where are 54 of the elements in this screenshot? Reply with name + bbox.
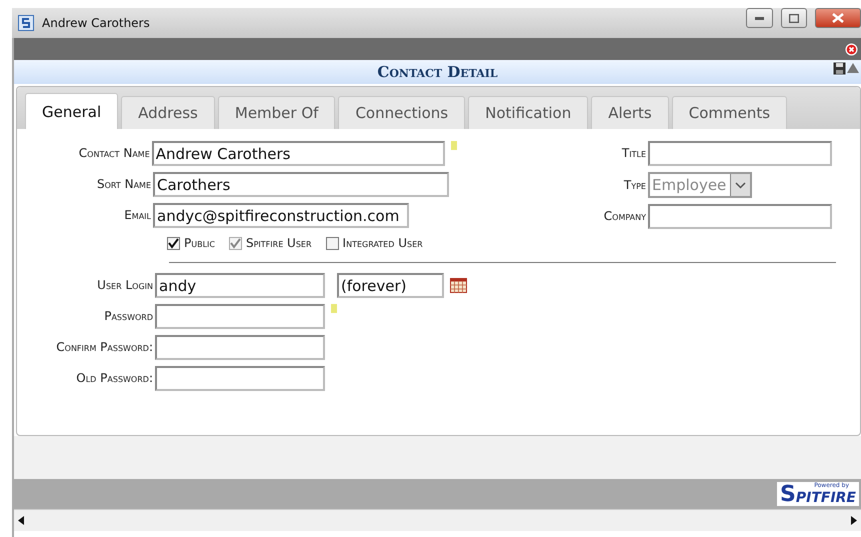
help-icon [331,304,337,313]
horizontal-scrollbar[interactable] [14,509,861,531]
tab[interactable]: Alerts [591,96,669,129]
maximize-button[interactable] [781,8,807,28]
field-label: Contact Name [78,147,150,160]
text-field[interactable] [648,204,832,229]
scroll-left-icon[interactable] [18,516,24,525]
field-label: Confirm Password: [55,341,153,354]
password-field[interactable] [155,335,325,360]
close-icon[interactable] [845,42,858,56]
text-field[interactable]: Carothers [153,172,449,197]
help-icon [451,141,457,150]
tab[interactable]: Notification [468,96,588,129]
tab[interactable]: Address [121,96,215,129]
minimize-icon [755,16,764,20]
field-label: Email [123,209,151,222]
header-title: Contact Detail [377,63,498,81]
logo-text: PITFIRE [796,490,856,506]
text-field[interactable] [648,141,832,166]
minimize-button[interactable] [746,8,773,28]
field-label: Old Password: [75,372,153,385]
field-label: Password [103,310,153,323]
text-field[interactable]: andyc@spitfireconstruction.com [153,203,409,228]
text-field[interactable]: Andrew Carothers [152,141,446,166]
field-label: Company [602,210,646,223]
close-button[interactable] [815,8,861,28]
type-dropdown[interactable]: Employee [648,172,752,198]
collapse-icon[interactable] [847,62,859,74]
chevron-down-icon [735,182,746,188]
logo-initial: S [780,484,796,506]
checkbox[interactable] [326,236,339,250]
app-icon [18,15,34,31]
tab[interactable]: Connections [338,96,466,129]
checkbox-label: Spitfire User [246,236,312,250]
field-label: Sort Name [96,178,151,191]
text-field[interactable]: andy [155,273,325,298]
password-field[interactable] [155,366,325,391]
scroll-right-icon[interactable] [851,516,857,525]
maximize-icon [789,14,799,22]
date-field[interactable]: (forever) [337,273,444,298]
window-title: Andrew Carothers [42,16,151,30]
password-field[interactable] [155,304,325,329]
close-icon [832,13,844,23]
field-label: User Login [96,279,153,292]
field-label: Type [622,178,646,192]
checkbox-label: Public [184,236,215,250]
calendar-icon[interactable] [450,278,467,293]
tab[interactable]: Member Of [218,96,336,129]
save-icon[interactable] [833,62,846,75]
checkbox[interactable] [167,236,180,250]
checkbox-label: Integrated User [342,236,423,250]
field-label: Title [620,147,646,160]
tab[interactable]: General [25,93,118,129]
tab[interactable]: Comments [672,96,788,129]
